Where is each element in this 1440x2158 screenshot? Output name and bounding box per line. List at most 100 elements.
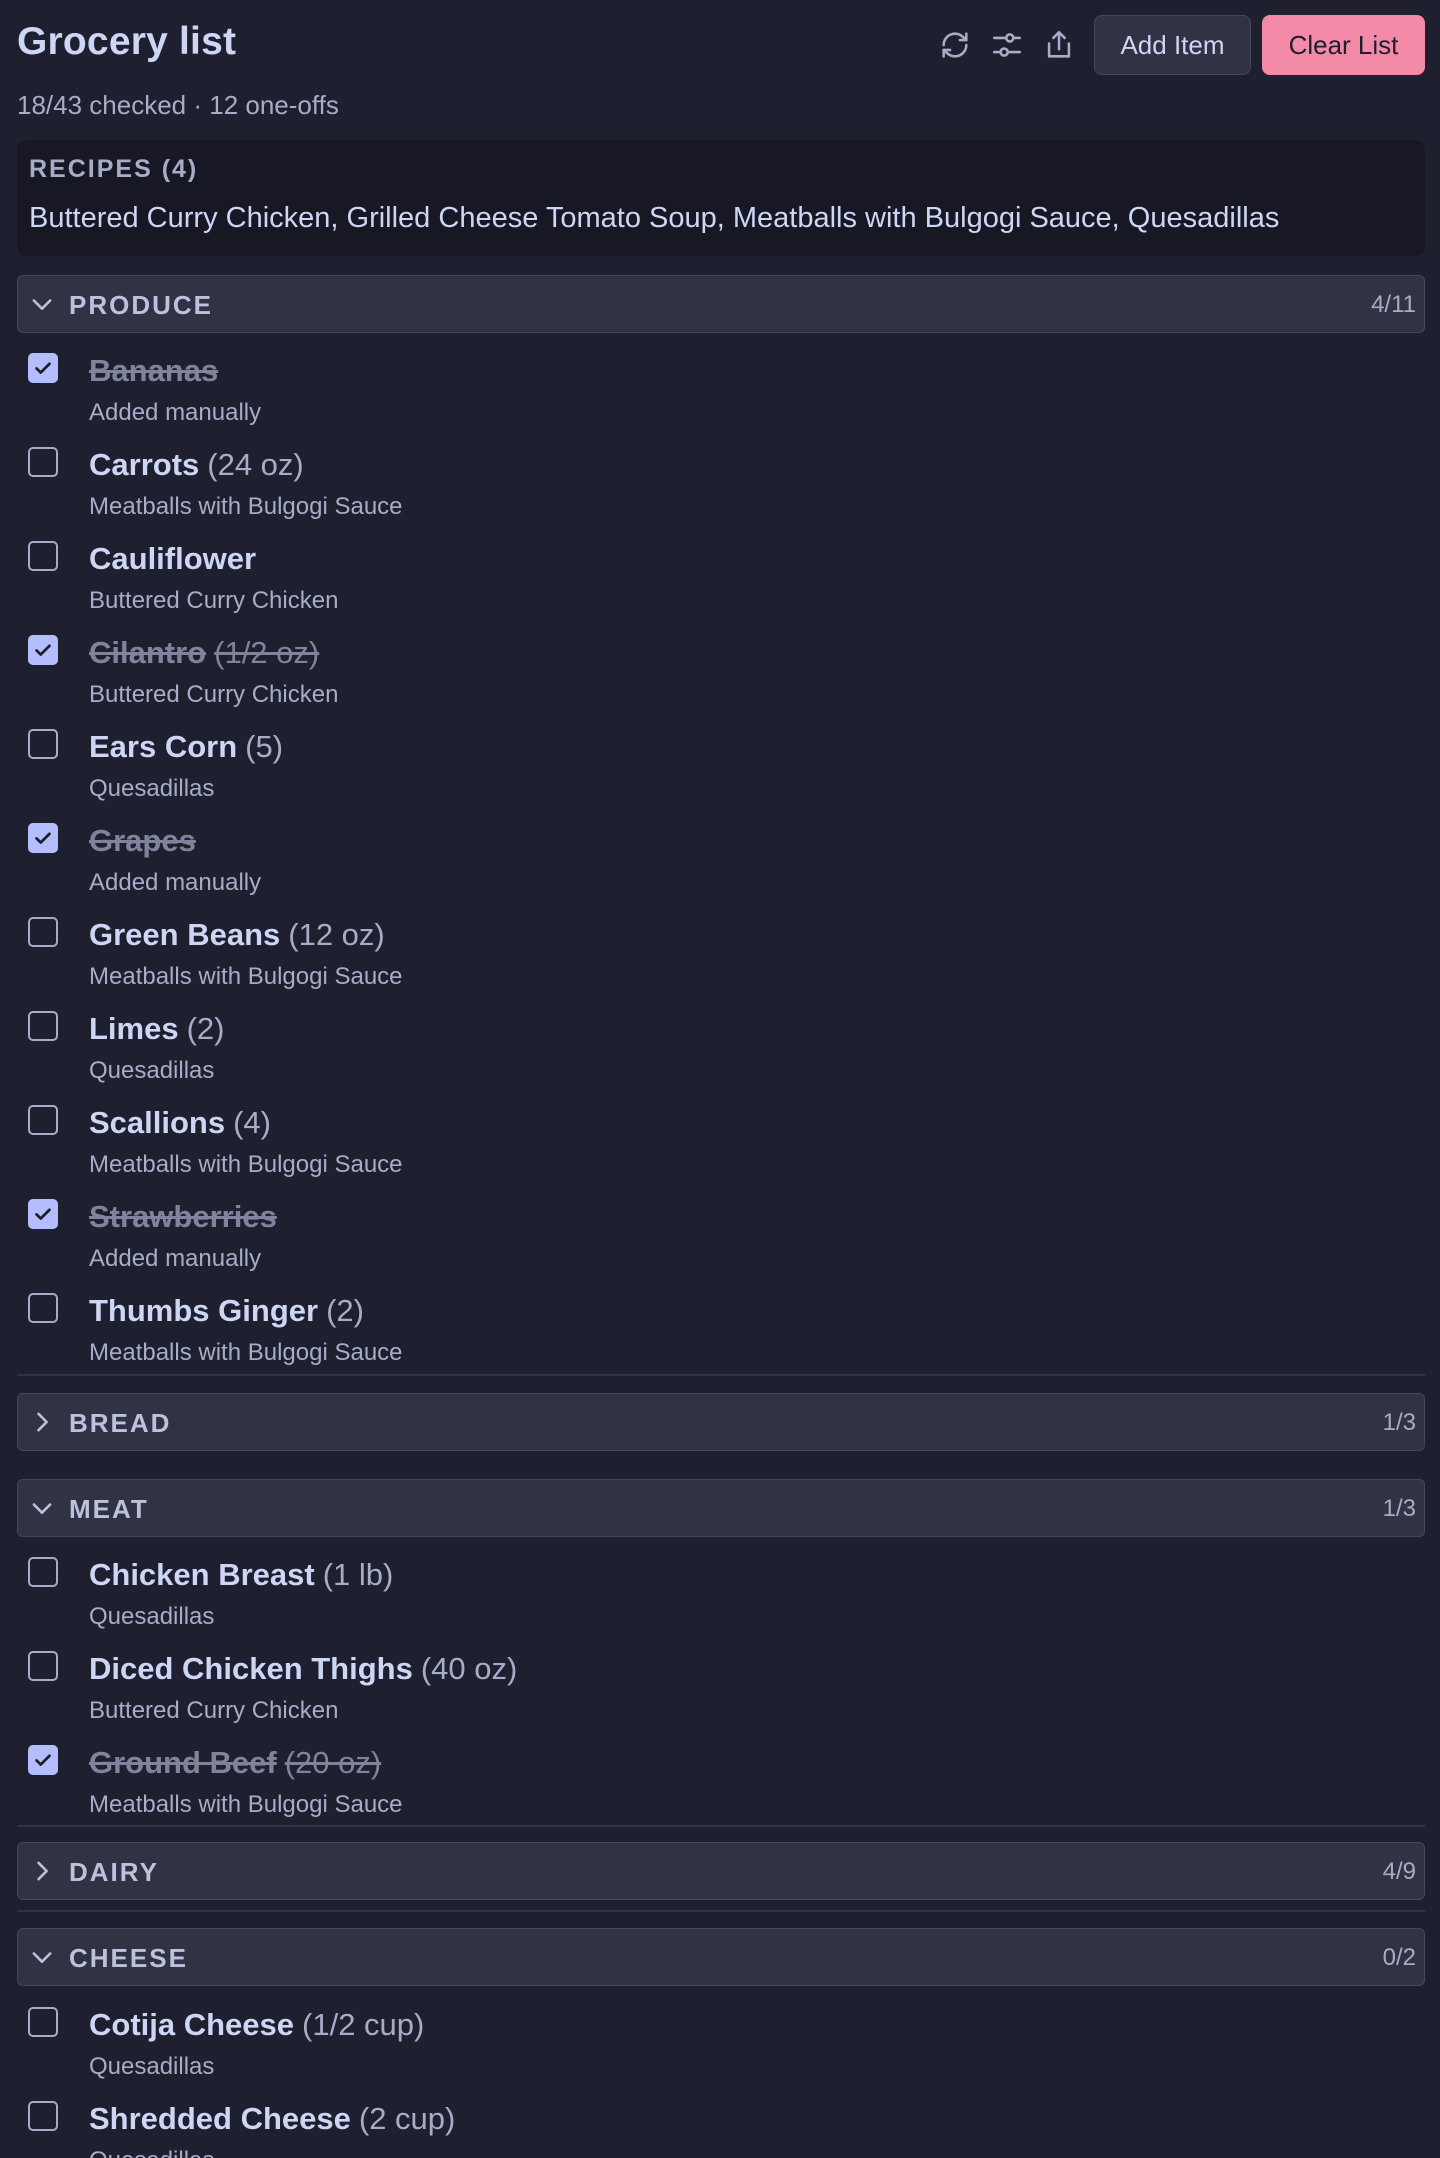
item-quantity: (4) <box>233 1105 271 1140</box>
divider <box>17 1910 1425 1912</box>
item-title: Ears Corn <box>89 729 238 764</box>
item-source: Quesadillas <box>89 1057 215 1084</box>
checkbox-checked[interactable] <box>28 823 58 853</box>
category-count: 4/9 <box>1382 1858 1416 1885</box>
list-item: Carrots (24 oz) Meatballs with Bulgogi Sau… <box>17 437 1425 531</box>
item-title: Scallions <box>89 1105 226 1140</box>
list-item: Green Beans (12 oz) Meatballs with Bulgogi… <box>17 907 1425 1001</box>
item-name[interactable]: Cilantro (1/2 oz) <box>89 635 319 671</box>
item-source: Added manually <box>89 869 262 896</box>
item-name[interactable]: Ground Beef (20 oz) <box>89 1745 381 1781</box>
item-title: Grapes <box>89 823 196 858</box>
checkbox-checked[interactable] <box>28 635 58 665</box>
item-name[interactable]: Carrots (24 oz) <box>89 447 304 483</box>
checkbox[interactable] <box>28 447 58 477</box>
item-quantity: (12 oz) <box>288 917 385 952</box>
category-header-meat[interactable]: MEAT 1/3 <box>17 1479 1425 1537</box>
item-name[interactable]: Scallions (4) <box>89 1105 271 1141</box>
grocery-list-page: Grocery list Add Item Clear List 18/43 c… <box>0 0 1440 2158</box>
item-title: Chicken Breast <box>89 1557 315 1592</box>
category-name: CHEESE <box>69 1943 188 1973</box>
item-source: Meatballs with Bulgogi Sauce <box>89 493 403 520</box>
chevron-right-icon <box>37 1861 48 1881</box>
item-name[interactable]: Ears Corn (5) <box>89 729 283 765</box>
checkbox[interactable] <box>28 1651 58 1681</box>
list-item: Ears Corn (5) Quesadillas <box>17 719 1425 813</box>
checkmark-icon <box>35 644 51 656</box>
chevron-right-icon <box>37 1412 48 1432</box>
checkbox[interactable] <box>28 917 58 947</box>
category-count: 4/11 <box>1371 291 1416 318</box>
item-name[interactable]: Shredded Cheese (2 cup) <box>89 2101 455 2137</box>
item-title: Thumbs Ginger <box>89 1293 319 1328</box>
item-title: Shredded Cheese <box>89 2101 351 2136</box>
item-title: Cauliflower <box>89 541 257 576</box>
checkbox[interactable] <box>28 1105 58 1135</box>
checkbox[interactable] <box>28 1293 58 1323</box>
checkbox[interactable] <box>28 2101 58 2131</box>
refresh-icon[interactable] <box>936 26 974 64</box>
item-source: Quesadillas <box>89 2053 215 2080</box>
category-count: 1/3 <box>1382 1495 1416 1522</box>
checkbox[interactable] <box>28 2007 58 2037</box>
list-item: Cilantro (1/2 oz) Buttered Curry Chicken <box>17 625 1425 719</box>
item-name[interactable]: Thumbs Ginger (2) <box>89 1293 364 1329</box>
item-quantity: (2) <box>326 1293 364 1328</box>
item-name[interactable]: Green Beans (12 oz) <box>89 917 385 953</box>
item-quantity: (1/2 cup) <box>302 2007 425 2042</box>
checkmark-icon <box>35 1208 51 1220</box>
recipes-label: RECIPES (4) <box>29 155 199 183</box>
checkbox[interactable] <box>28 1557 58 1587</box>
chevron-down-icon <box>32 299 52 310</box>
item-quantity: (2 cup) <box>358 2101 456 2136</box>
checkbox-checked[interactable] <box>28 1199 58 1229</box>
item-name[interactable]: Diced Chicken Thighs (40 oz) <box>89 1651 517 1687</box>
checkbox[interactable] <box>28 541 58 571</box>
item-name[interactable]: Strawberries <box>89 1199 277 1235</box>
category-header-produce[interactable]: PRODUCE 4/11 <box>17 275 1425 333</box>
item-source: Added manually <box>89 1245 262 1272</box>
item-quantity: (20 oz) <box>284 1745 382 1780</box>
category-header-bread[interactable]: BREAD 1/3 <box>17 1393 1425 1451</box>
share-icon[interactable] <box>1040 26 1078 64</box>
item-name[interactable]: Cotija Cheese (1/2 cup) <box>89 2007 424 2043</box>
divider <box>17 1825 1425 1827</box>
list-item: Chicken Breast (1 lb) Quesadillas <box>17 1547 1425 1641</box>
list-item: Bananas Added manually <box>17 343 1425 437</box>
add-item-button[interactable]: Add Item <box>1094 15 1251 75</box>
item-title: Cotija Cheese <box>89 2007 295 2042</box>
item-source: Added manually <box>89 399 262 426</box>
list-item: Shredded Cheese(2 cup) Quesadillas <box>17 2091 1425 2158</box>
list-item: Diced Chicken Thighs (40 oz) Buttered Curr… <box>17 1641 1425 1735</box>
item-source: Buttered Curry Chicken <box>89 1697 339 1724</box>
clear-list-button[interactable]: Clear List <box>1262 15 1425 75</box>
category-header-dairy[interactable]: DAIRY 4/9 <box>17 1842 1425 1900</box>
category-header-cheese[interactable]: CHEESE 0/2 <box>17 1928 1425 1986</box>
header: Grocery list Add Item Clear List <box>0 0 1440 92</box>
checkbox-checked[interactable] <box>28 353 58 383</box>
item-name[interactable]: Chicken Breast (1 lb) <box>89 1557 393 1593</box>
recipes-panel: RECIPES (4) Buttered Curry Chicken, Gril… <box>17 140 1425 256</box>
list-item: Strawberries Added manually <box>17 1189 1425 1283</box>
item-source: Quesadillas <box>89 2147 214 2158</box>
item-name[interactable]: Bananas <box>89 353 218 389</box>
item-title: Limes <box>89 1011 179 1046</box>
filter-settings-icon[interactable] <box>988 26 1026 64</box>
checkmark-icon <box>35 832 51 844</box>
item-title: Diced Chicken Thighs <box>89 1651 413 1686</box>
item-name[interactable]: Grapes <box>89 823 196 859</box>
item-source: Meatballs with Bulgogi Sauce <box>89 1151 403 1178</box>
checkbox-checked[interactable] <box>28 1745 58 1775</box>
item-source: Buttered Curry Chicken <box>89 587 339 614</box>
category-count: 0/2 <box>1382 1944 1416 1971</box>
category-name: BREAD <box>69 1408 172 1438</box>
item-name[interactable]: Cauliflower <box>89 541 256 577</box>
item-quantity: (40 oz) <box>420 1651 518 1686</box>
category-name: MEAT <box>69 1494 149 1524</box>
item-source: Quesadillas <box>89 1603 215 1630</box>
checkbox[interactable] <box>28 1011 58 1041</box>
item-name[interactable]: Limes (2) <box>89 1011 225 1047</box>
checkbox[interactable] <box>28 729 58 759</box>
checkmark-icon <box>35 362 51 374</box>
category-count: 1/3 <box>1382 1409 1416 1436</box>
